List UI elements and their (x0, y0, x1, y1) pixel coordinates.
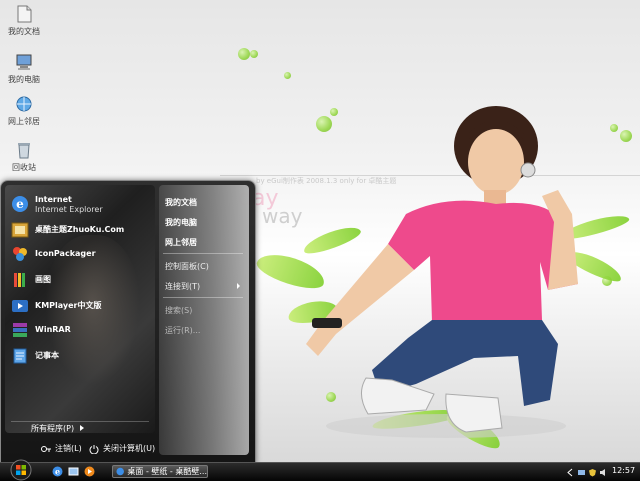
computer-icon (16, 54, 32, 70)
chevron-left-icon[interactable] (566, 468, 575, 477)
zhuoku-icon (11, 222, 29, 238)
desktop-icon-recycle-bin[interactable]: 回收站 (0, 140, 54, 173)
wallpaper-person (306, 106, 578, 438)
program-title: WinRAR (35, 325, 71, 334)
program-title: 画图 (35, 275, 51, 284)
start-button[interactable] (8, 459, 34, 481)
winrar-icon (13, 323, 27, 337)
taskbar-window-title: 桌面 - 壁纸 - 桌酷壁... (127, 467, 207, 476)
chevron-right-icon (237, 283, 240, 289)
recycle-bin-icon (18, 143, 30, 159)
taskbar: e 桌面 - 壁纸 - 桌酷壁... 12:57 (0, 459, 640, 481)
menu-item-search[interactable]: 搜索(S) (165, 305, 192, 316)
menu-item-my-computer[interactable]: 我的电脑 (165, 217, 197, 228)
taskbar-window-button[interactable]: 桌面 - 壁纸 - 桌酷壁... (112, 465, 208, 478)
logoff-key-icon (41, 445, 51, 452)
menu-item-run[interactable]: 运行(R)... (165, 325, 200, 336)
documents-folder-icon (17, 5, 32, 23)
shield-icon[interactable] (588, 468, 597, 477)
program-kmplayer[interactable]: KMPlayer中文版 (11, 295, 102, 317)
program-winrar[interactable]: WinRAR (11, 319, 71, 341)
start-menu: e Internet Internet Explorer 桌酷主题ZhuoKu.… (0, 180, 256, 464)
volume-icon[interactable] (599, 468, 608, 477)
svg-text:e: e (16, 197, 24, 211)
menu-item-control-panel[interactable]: 控制面板(C) (165, 261, 209, 272)
clock[interactable]: 12:57 (612, 466, 635, 475)
paint-icon (14, 273, 25, 287)
desktop-icon-my-documents[interactable]: 我的文档 (0, 4, 54, 37)
program-title: KMPlayer中文版 (35, 301, 102, 310)
program-internet[interactable]: e Internet Internet Explorer (11, 193, 103, 215)
program-title: 记事本 (35, 351, 59, 360)
desktop-icon-my-computer[interactable]: 我的电脑 (0, 52, 54, 85)
green-bubble (610, 124, 618, 132)
program-iconpackager[interactable]: IconPackager (11, 243, 96, 265)
power-icon (89, 444, 99, 454)
green-bubble (284, 72, 291, 79)
green-bubble (238, 48, 250, 60)
show-desktop-icon[interactable] (68, 466, 79, 477)
green-bubble (620, 130, 632, 142)
media-player-icon[interactable] (84, 466, 95, 477)
desktop-icon-label: 我的电脑 (8, 75, 40, 84)
menu-item-my-documents[interactable]: 我的文档 (165, 197, 197, 208)
program-title: 桌酷主题ZhuoKu.Com (35, 225, 125, 234)
chevron-right-icon (80, 425, 85, 431)
start-menu-programs-pane: e Internet Internet Explorer 桌酷主题ZhuoKu.… (5, 185, 155, 433)
desktop-icon-label: 网上邻居 (8, 117, 40, 126)
menu-item-network[interactable]: 网上邻居 (165, 237, 197, 248)
shutdown-button[interactable]: 关闭计算机(U) (89, 443, 155, 454)
notepad-icon (13, 348, 27, 364)
all-programs-button[interactable]: 所有程序(P) (31, 423, 85, 434)
svg-text:e: e (55, 467, 60, 477)
network-tray-icon[interactable] (577, 468, 586, 477)
desktop-icon-label: 回收站 (12, 163, 36, 172)
separator (163, 297, 243, 298)
program-paint[interactable]: 画图 (11, 269, 51, 291)
all-programs-label: 所有程序(P) (31, 424, 75, 433)
start-menu-bottom-bar: 注销(L) 关闭计算机(U) (1, 437, 159, 461)
program-title: Internet (35, 194, 72, 204)
separator (163, 253, 243, 254)
program-zhuoku[interactable]: 桌酷主题ZhuoKu.Com (11, 219, 124, 241)
internet-explorer-icon[interactable]: e (52, 466, 63, 477)
program-notepad[interactable]: 记事本 (11, 345, 59, 367)
desktop-icon-network[interactable]: 网上邻居 (0, 94, 54, 127)
program-subtitle: Internet Explorer (35, 204, 103, 214)
green-bubble (250, 50, 258, 58)
kmplayer-icon (12, 300, 28, 312)
internet-explorer-icon (116, 467, 124, 476)
separator (11, 421, 149, 422)
shutdown-label: 关闭计算机(U) (103, 444, 156, 453)
menu-item-connect-to[interactable]: 连接到(T) (165, 281, 200, 292)
desktop-icon-label: 我的文档 (8, 27, 40, 36)
internet-explorer-icon: e (12, 196, 28, 212)
iconpackager-icon (13, 247, 27, 261)
logoff-button[interactable]: 注销(L) (41, 443, 82, 454)
program-title: IconPackager (35, 249, 96, 258)
network-icon (16, 96, 32, 112)
start-menu-places-pane: 我的文档 我的电脑 网上邻居 控制面板(C) 连接到(T) 搜索(S) 运行(R… (159, 185, 249, 455)
logoff-label: 注销(L) (55, 444, 82, 453)
